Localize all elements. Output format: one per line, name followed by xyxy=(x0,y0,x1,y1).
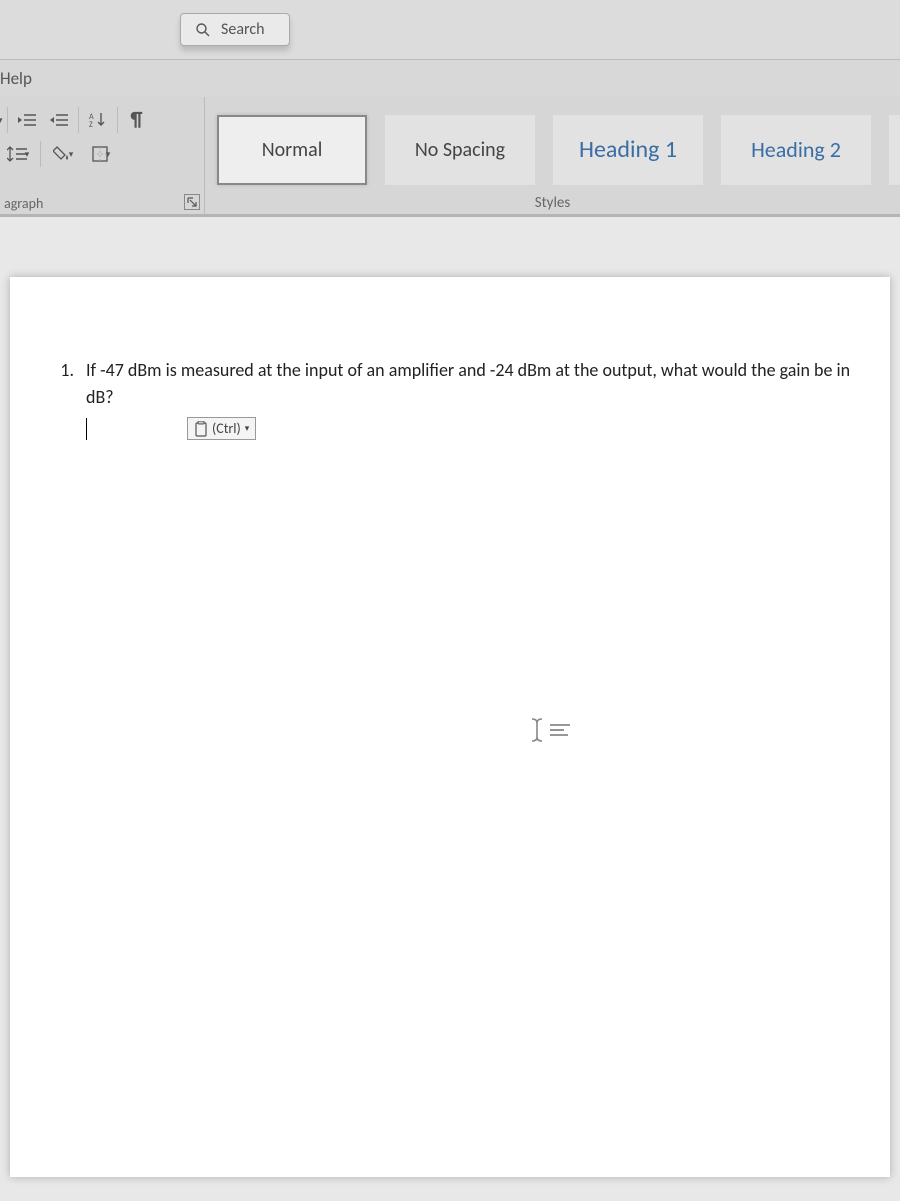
menu-help[interactable]: Help xyxy=(0,68,32,89)
style-heading-2[interactable]: Heading 2 xyxy=(721,115,871,185)
list-item: 1. If -47 dBm is measured at the input o… xyxy=(50,357,860,411)
cursor-line: (Ctrl) ▾ xyxy=(86,417,860,440)
style-title[interactable]: Titl xyxy=(889,115,900,185)
svg-text:Z: Z xyxy=(89,120,93,129)
search-box[interactable]: Search xyxy=(180,13,290,46)
list-number: 1. xyxy=(50,357,74,411)
document-page[interactable]: 1. If -47 dBm is measured at the input o… xyxy=(10,277,890,1177)
style-no-spacing[interactable]: No Spacing xyxy=(385,115,535,185)
show-marks-button[interactable]: ¶ xyxy=(122,105,152,135)
increase-indent-button[interactable] xyxy=(44,105,74,135)
pilcrow-icon: ¶ xyxy=(131,108,143,132)
paragraph-group-label: agraph xyxy=(0,195,204,212)
search-icon xyxy=(195,22,211,38)
text-cursor-icon xyxy=(86,418,87,440)
line-spacing-button[interactable]: ▾ xyxy=(0,139,36,169)
style-heading-1[interactable]: Heading 1 xyxy=(553,115,703,185)
ribbon: ▾ AZ ¶ xyxy=(0,97,900,217)
separator xyxy=(40,141,41,167)
separator xyxy=(7,107,8,133)
styles-group: Normal No Spacing Heading 1 Heading 2 Ti… xyxy=(205,97,900,214)
question-text: If -47 dBm is measured at the input of a… xyxy=(86,357,860,411)
chevron-down-icon: ▾ xyxy=(69,149,74,160)
increase-indent-icon xyxy=(50,112,68,128)
paragraph-dialog-launcher[interactable] xyxy=(184,194,200,210)
separator xyxy=(117,107,118,133)
chevron-down-icon: ▾ xyxy=(245,423,250,434)
styles-group-label: Styles xyxy=(205,194,900,212)
chevron-down-icon: ▾ xyxy=(25,149,30,160)
borders-button[interactable]: ▾ xyxy=(83,139,119,169)
menu-bar: Help xyxy=(0,60,900,97)
chevron-down-icon[interactable]: ▾ xyxy=(0,115,3,126)
document-area: 1. If -47 dBm is measured at the input o… xyxy=(0,217,900,1201)
style-label: Normal xyxy=(262,138,323,162)
sort-icon: AZ xyxy=(89,111,107,129)
chevron-down-icon: ▾ xyxy=(106,149,111,160)
shading-button[interactable]: ▾ xyxy=(45,139,81,169)
style-label: Heading 2 xyxy=(751,136,841,163)
floating-cursor-indicator xyxy=(530,717,570,743)
paste-options-tag[interactable]: (Ctrl) ▾ xyxy=(187,417,256,440)
style-label: Heading 1 xyxy=(579,135,677,164)
sort-button[interactable]: AZ xyxy=(83,105,113,135)
decrease-indent-icon xyxy=(18,112,36,128)
separator xyxy=(78,107,79,133)
title-bar: Search xyxy=(0,0,900,60)
line-spacing-icon xyxy=(7,145,27,163)
paragraph-group: ▾ AZ ¶ xyxy=(0,97,205,214)
style-normal[interactable]: Normal xyxy=(217,115,367,185)
paste-tag-label: (Ctrl) xyxy=(212,420,241,437)
style-label: No Spacing xyxy=(415,138,505,162)
text-cursor-icon xyxy=(530,717,544,743)
decrease-indent-button[interactable] xyxy=(12,105,42,135)
search-placeholder: Search xyxy=(221,20,265,39)
clipboard-icon xyxy=(194,421,208,437)
align-lines-icon xyxy=(550,723,570,737)
